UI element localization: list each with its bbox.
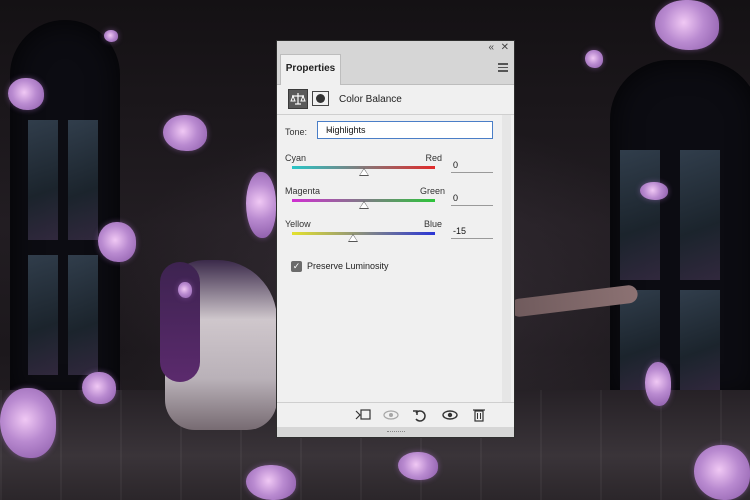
tab-properties[interactable]: Properties [280, 54, 341, 85]
trash-icon[interactable] [469, 406, 489, 424]
view-previous-state-icon[interactable] [381, 406, 401, 424]
chevron-down-icon: ⌄ [326, 124, 334, 134]
slider-right-label: Blue [423, 219, 442, 229]
preserve-luminosity-checkbox[interactable]: ✓ [291, 261, 302, 272]
slider-left-label: Yellow [285, 219, 311, 229]
petal [0, 388, 56, 458]
magenta-green-value-field[interactable]: 0 [451, 192, 493, 206]
slider-thumb[interactable] [358, 201, 369, 209]
clip-to-layer-icon[interactable] [353, 406, 373, 424]
slider-right-label: Green [420, 186, 446, 196]
panel-titlebar[interactable]: « ✕ [277, 41, 514, 54]
slider-thumb[interactable] [347, 234, 358, 242]
figure-hair [160, 262, 200, 382]
petal [655, 0, 719, 50]
adjustment-title: Color Balance [339, 94, 402, 105]
preserve-luminosity-label: Preserve Luminosity [307, 261, 389, 271]
panel-menu-icon[interactable] [498, 63, 508, 72]
petal [645, 362, 671, 406]
petal [694, 445, 750, 500]
slider-right-label: Red [425, 153, 442, 163]
right-window [610, 60, 750, 400]
petal [104, 30, 118, 42]
petal [178, 282, 192, 298]
panel-tab-row: Properties [277, 54, 514, 85]
petal [8, 78, 44, 110]
reset-icon[interactable] [410, 406, 430, 424]
left-window [10, 20, 120, 400]
adjustment-header: Color Balance [277, 85, 514, 115]
properties-panel: « ✕ Properties Color Balance Tone: Highl… [276, 40, 515, 438]
panel-scrollbar[interactable] [502, 115, 511, 405]
slider-left-label: Cyan [285, 153, 307, 163]
panel-footer [277, 402, 514, 427]
slider-thumb[interactable] [358, 168, 369, 176]
tone-dropdown[interactable]: Highlights ⌄ [317, 121, 493, 139]
layer-mask-icon[interactable] [312, 91, 329, 106]
cyan-red-value-field[interactable]: 0 [451, 159, 493, 173]
petal [246, 465, 296, 500]
petal [640, 182, 668, 200]
yellow-blue-slider-row: Yellow Blue -15 [285, 219, 495, 249]
collapse-panel-icon[interactable]: « [488, 41, 494, 54]
close-panel-icon[interactable]: ✕ [501, 41, 509, 54]
petal [246, 172, 276, 238]
magenta-green-slider-row: Magenta Green 0 [285, 186, 495, 216]
slider-left-label: Magenta [285, 186, 321, 196]
petal [98, 222, 136, 262]
slider-track[interactable] [292, 232, 435, 235]
color-balance-adjustment-icon[interactable] [288, 89, 308, 109]
divider [277, 114, 514, 115]
petal [163, 115, 207, 151]
petal [82, 372, 116, 404]
petal [585, 50, 603, 68]
visibility-eye-icon[interactable] [440, 406, 460, 424]
cyan-red-slider-row: Cyan Red 0 [285, 153, 495, 183]
panel-resize-handle[interactable] [277, 427, 514, 437]
petal [398, 452, 438, 480]
yellow-blue-value-field[interactable]: -15 [451, 225, 493, 239]
tone-label: Tone: [285, 127, 308, 137]
